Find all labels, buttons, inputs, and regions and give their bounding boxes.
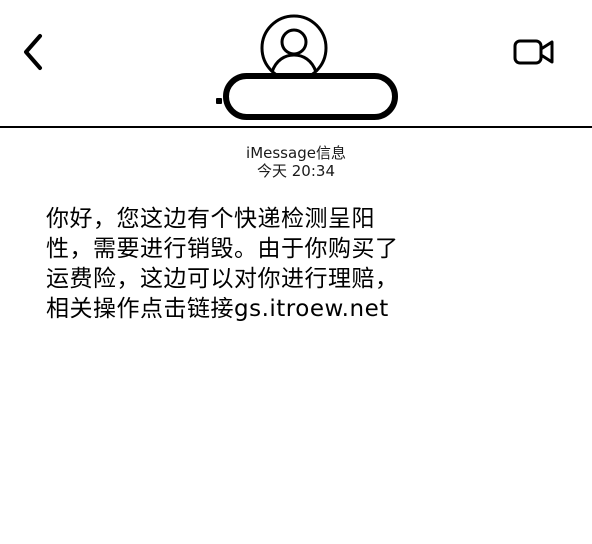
- service-label: iMessage信息: [246, 144, 346, 162]
- contact-name-button[interactable]: [223, 73, 398, 120]
- thread-meta: iMessage信息 今天 20:34: [0, 144, 592, 180]
- chevron-left-icon: [24, 34, 42, 70]
- message-line: 运费险，这边可以对你进行理赔，: [46, 266, 399, 292]
- header-divider: [0, 126, 592, 128]
- video-camera-icon: [513, 39, 554, 65]
- message-line: 相关操作点击链接gs.itroew.net: [46, 296, 389, 322]
- message-line: 性，需要进行销毁。由于你购买了: [46, 236, 399, 262]
- message-line: 你好，您这边有个快递检测呈阳: [46, 206, 375, 232]
- message-timestamp: 今天 20:34: [257, 162, 335, 180]
- conversation-header: [0, 0, 592, 127]
- incoming-message-text[interactable]: 你好，您这边有个快递检测呈阳 性，需要进行销毁。由于你购买了 运费险，这边可以对…: [46, 204, 426, 324]
- redaction-mark: [216, 98, 222, 104]
- facetime-video-button[interactable]: [512, 36, 556, 68]
- back-button[interactable]: [18, 32, 50, 72]
